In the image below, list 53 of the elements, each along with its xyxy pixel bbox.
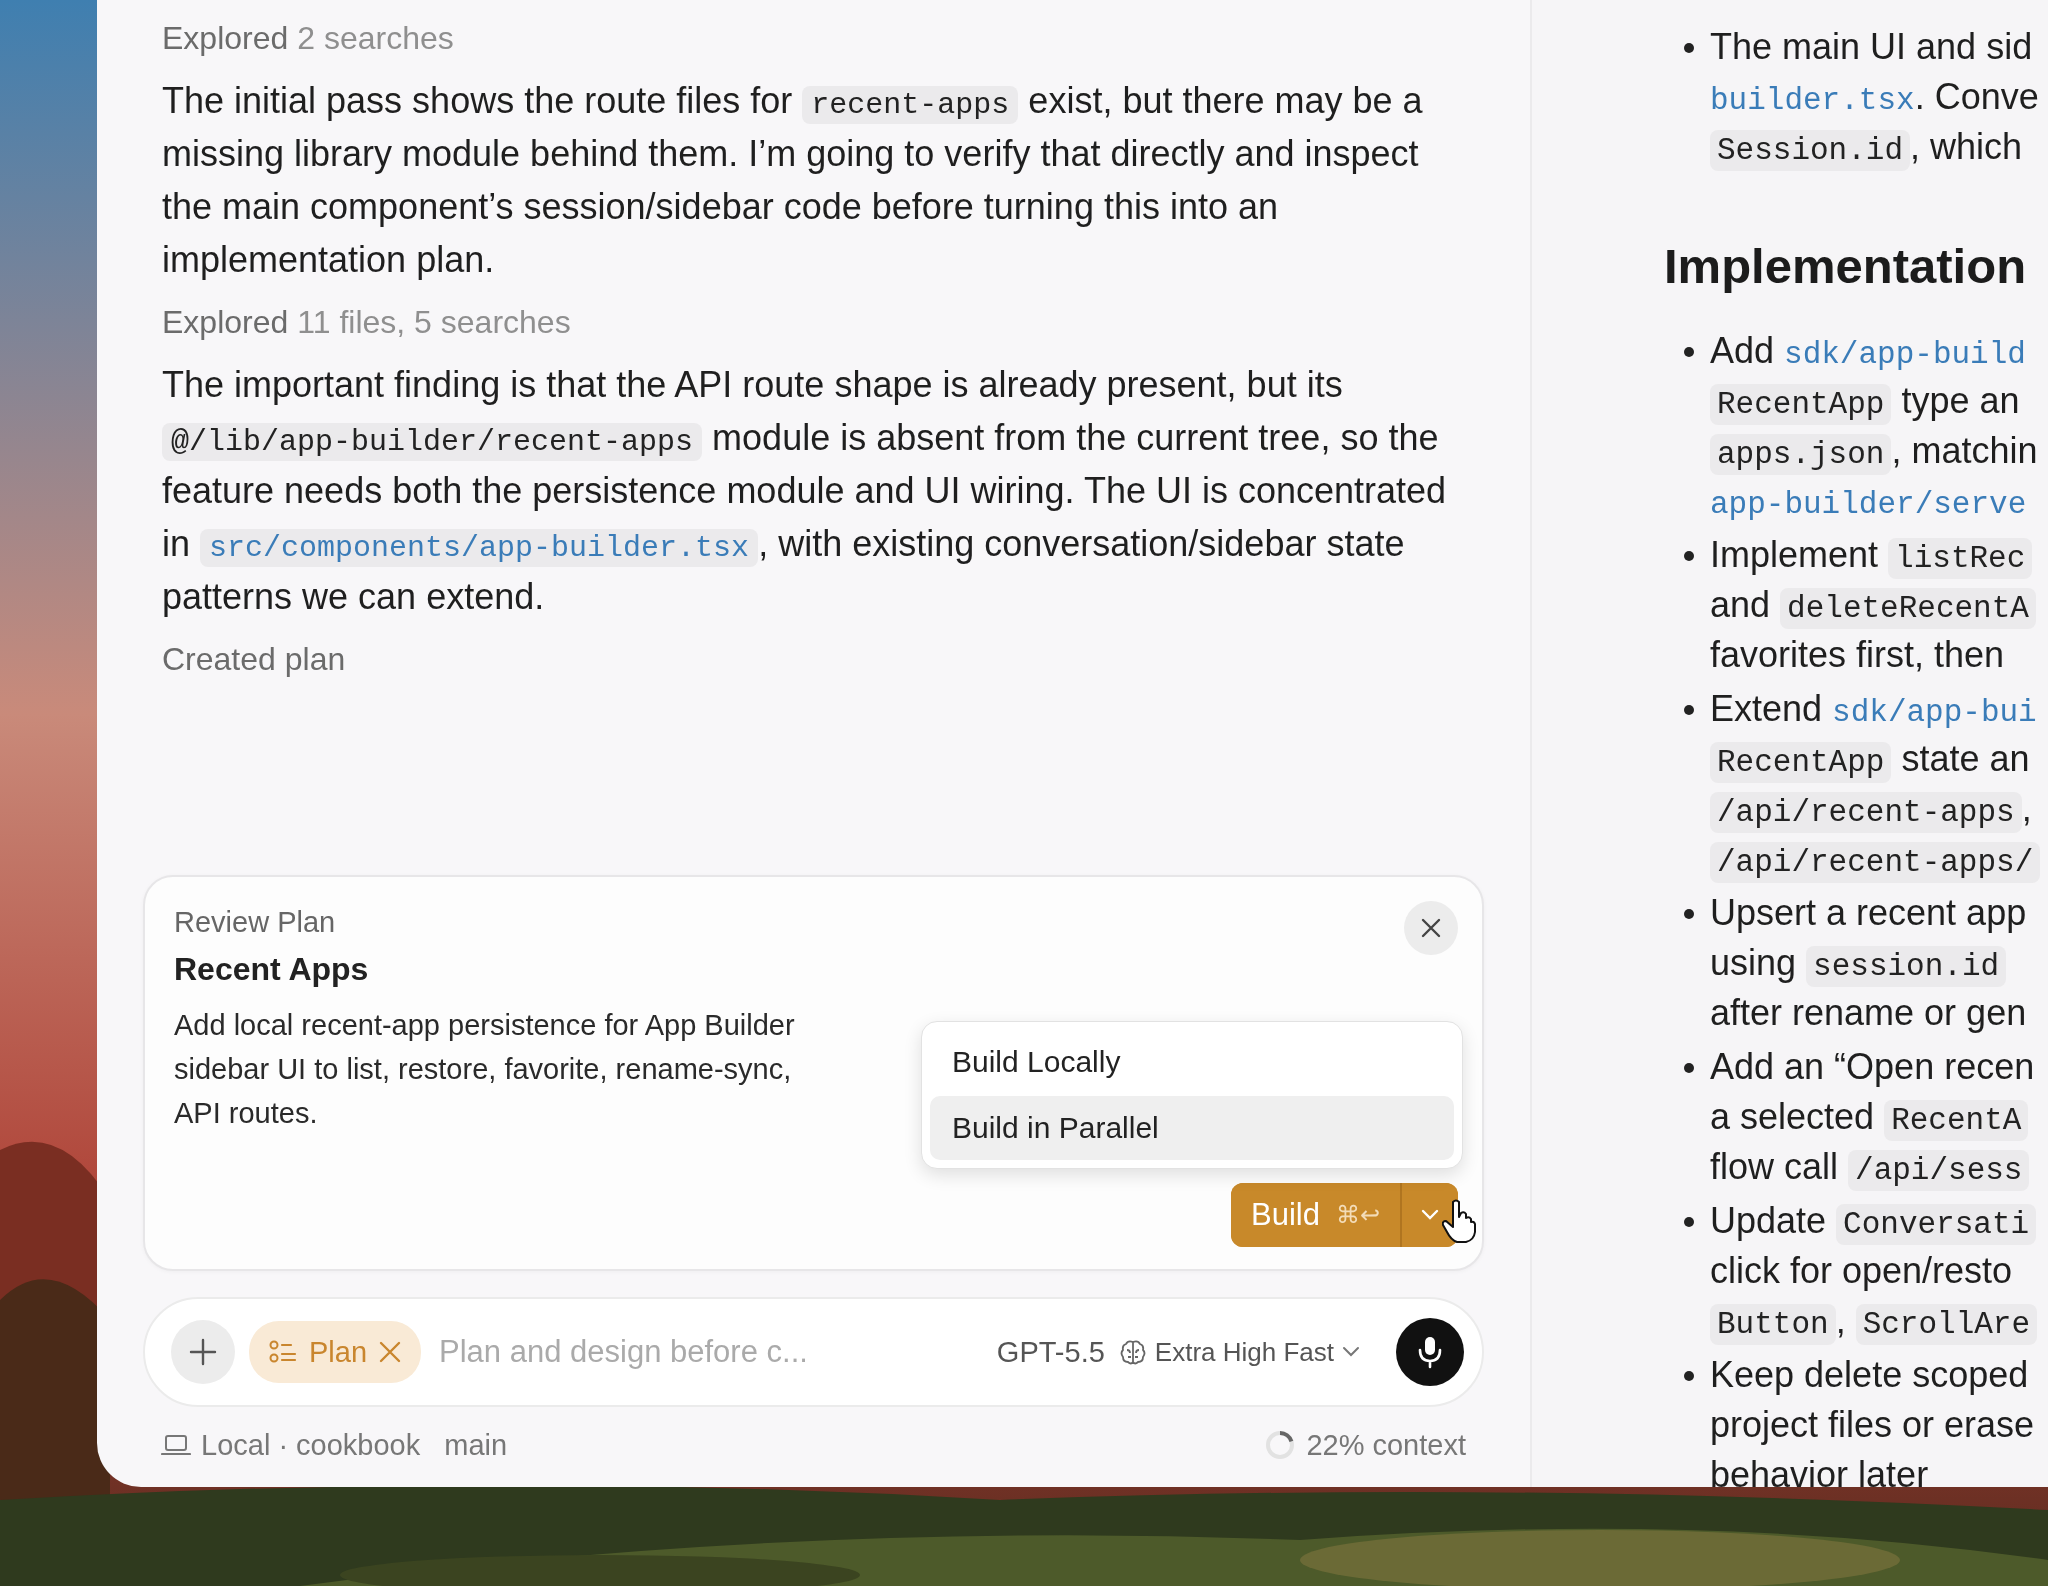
activity-detail: 2 searches	[297, 20, 454, 56]
list-item-text: The main UI and sid builder.tsx. Conve Session.id , which	[1710, 22, 2039, 172]
list-icon	[269, 1339, 297, 1365]
prompt-field[interactable]: Plan and design before c...	[435, 1334, 983, 1370]
workspace-label[interactable]: Local · cookbook	[201, 1428, 421, 1462]
model-label[interactable]: GPT-5.5	[996, 1335, 1105, 1369]
bullet-icon	[1684, 1063, 1694, 1073]
close-icon	[1420, 917, 1442, 939]
list-item-text: Add an “Open recen a selected RecentA flow call /api/sess	[1710, 1042, 2035, 1192]
list-item-text: Upsert a recent app using session.id after rename or gen	[1710, 891, 2027, 1035]
menu-item[interactable]: Build Locally	[930, 1030, 1454, 1094]
bullet-icon	[1684, 43, 1694, 53]
caret-icon	[1421, 1209, 1439, 1221]
link[interactable]: sdk/app-build	[1784, 337, 2026, 372]
close-icon	[379, 1341, 402, 1363]
list-item-text: Keep delete scoped project files or erase behavior later	[1710, 1353, 2035, 1487]
link[interactable]: app-builder/serve	[1710, 487, 2027, 522]
bullet-icon	[1684, 1217, 1694, 1227]
message-paragraph: The initial pass shows the route files for recent-apps exist, but there may be a missing library module behind them. I’m going to verify that directly and inspect the main component’s session/sidebar code before turning this into an implementation plan.	[162, 79, 1424, 282]
microphone-icon	[1417, 1335, 1443, 1369]
list-item-text: Add sdk/app-build RecentApp type an apps.json , matchin app-builder/serve	[1710, 329, 2038, 524]
bullet-icon	[1684, 1371, 1694, 1381]
context-usage: 22% context	[1306, 1428, 1466, 1462]
bullet-icon	[1684, 705, 1694, 715]
bullet-icon	[1684, 909, 1694, 919]
activity-detail: 11 files, 5 searches	[297, 304, 571, 340]
list-item-text: Implement listRec and deleteRecentA favorites first, then	[1710, 530, 2036, 680]
plan-description: Add local recent-app persistence for App Builder sidebar UI to list, restore, favorite, rename-sync, API routes.	[174, 1008, 795, 1131]
message-paragraph: The important finding is that the API route shape is already present, but its @/lib/app-builder/recent-apps module is absent from the current tree, so the feature needs both the persistence module and UI wiring. The UI is concentrated in src/components/app-builder.tsx , with existing conversation/sidebar state patterns we can extend.	[162, 363, 1448, 619]
laptop-icon	[161, 1433, 191, 1457]
list-item-text: Update Conversati click for open/resto Button , ScrollAre	[1710, 1196, 2038, 1346]
link[interactable]: builder.tsx	[1710, 83, 1915, 118]
branch-label[interactable]: main	[444, 1428, 508, 1462]
plus-icon	[189, 1338, 217, 1366]
brain-icon	[1118, 1338, 1147, 1366]
link[interactable]: sdk/app-bui	[1832, 695, 2037, 730]
section-heading: Implementation	[1664, 238, 2028, 295]
activity-label: Created plan	[162, 641, 346, 677]
activity-label: Explored	[162, 20, 289, 56]
build-button[interactable]: Build ⌘↩	[1231, 1183, 1402, 1247]
link[interactable]: src/components/app-builder.tsx	[200, 529, 759, 567]
plan-title: Recent Apps	[174, 950, 369, 989]
bullet-icon	[1684, 551, 1694, 561]
spinner-icon	[1264, 1429, 1297, 1461]
effort-selector[interactable]: Extra High Fast	[1118, 1336, 1374, 1368]
menu-item[interactable]: Build in Parallel	[930, 1096, 1454, 1160]
card-heading: Review Plan	[174, 905, 337, 940]
activity-label: Explored	[162, 304, 289, 340]
mode-chip[interactable]: Plan	[249, 1321, 422, 1383]
chevron-down-icon	[1342, 1346, 1360, 1358]
bullet-icon	[1684, 347, 1694, 357]
hand-cursor-icon	[1442, 1199, 1476, 1243]
list-item-text: Extend sdk/app-bui RecentApp state an /api/recent-apps , /api/recent-apps/	[1710, 684, 2041, 884]
